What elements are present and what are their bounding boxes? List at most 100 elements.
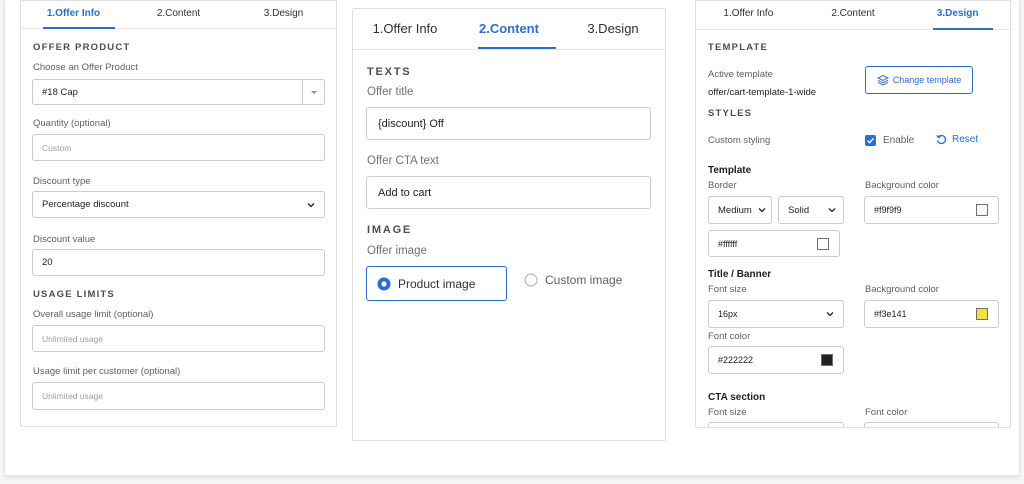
border-width-value: Medium: [718, 204, 752, 216]
tab-offer-info[interactable]: 1.Offer Info: [353, 9, 457, 49]
enable-checkbox[interactable]: Enable: [865, 135, 914, 146]
right-tabs: 1.Offer Info 2.Content 3.Design: [696, 1, 1010, 30]
texts-heading: TEXTS: [367, 66, 412, 78]
title-banner-group-title: Title / Banner: [708, 269, 772, 280]
offer-cta-value: Add to cart: [378, 186, 432, 199]
chevron-down-icon: [758, 208, 766, 213]
product-image-option[interactable]: Product image: [366, 266, 507, 301]
left-tab-underline: [43, 27, 115, 29]
discount-type-label: Discount type: [33, 176, 91, 187]
per-customer-input[interactable]: Unlimited usage: [32, 382, 325, 410]
title-font-size-value: 16px: [718, 309, 738, 319]
layers-icon: [876, 74, 889, 86]
tab-design[interactable]: 3.Design: [231, 1, 336, 28]
cta-font-size-label: Font size: [708, 407, 747, 418]
radio-unchecked-icon: [524, 273, 538, 287]
template-heading: TEMPLATE: [708, 42, 769, 53]
cta-font-color-label: Font color: [865, 407, 908, 418]
tab-design[interactable]: 3.Design: [561, 9, 665, 49]
border-width-select[interactable]: Medium: [708, 196, 772, 224]
offer-cta-input[interactable]: Add to cart: [366, 176, 651, 209]
offer-title-label: Offer title: [367, 86, 414, 98]
quantity-label: Quantity (optional): [33, 118, 111, 129]
title-font-color-label: Font color: [708, 331, 751, 342]
change-template-button[interactable]: Change template: [865, 66, 973, 94]
product-image-label: Product image: [398, 276, 476, 291]
change-template-label: Change template: [892, 75, 962, 85]
border-style-select[interactable]: Solid: [778, 196, 844, 224]
color-swatch[interactable]: [817, 237, 829, 250]
select-arrow-icon: [302, 80, 324, 104]
template-group-title: Template: [708, 165, 752, 176]
title-font-color-value: #222222: [718, 355, 754, 365]
image-heading: IMAGE: [367, 224, 413, 236]
title-font-size-label: Font size: [708, 284, 747, 295]
border-color-input[interactable]: #ffffff: [708, 230, 840, 257]
overall-usage-input[interactable]: Unlimited usage: [32, 325, 325, 352]
color-swatch[interactable]: [976, 308, 988, 320]
offer-image-label: Offer image: [367, 245, 427, 257]
custom-styling-label: Custom styling: [708, 135, 771, 146]
radio-checked-icon: [377, 277, 391, 290]
quantity-input[interactable]: Custom: [32, 134, 325, 161]
design-panel: 1.Offer Info 2.Content 3.Design TEMPLATE…: [695, 0, 1011, 428]
tab-design[interactable]: 3.Design: [905, 1, 1010, 29]
product-select-value: #18 Cap: [42, 86, 78, 98]
offer-cta-label: Offer CTA text: [367, 155, 439, 167]
tab-offer-info[interactable]: 1.Offer Info: [21, 1, 126, 28]
title-font-size-select[interactable]: 16px: [708, 300, 844, 328]
usage-limits-heading: USAGE LIMITS: [33, 289, 115, 300]
title-bg-label: Background color: [865, 284, 939, 295]
discount-value-label: Discount value: [33, 234, 96, 245]
checkbox-checked-icon: [865, 135, 876, 146]
right-tab-underline: [933, 28, 993, 30]
title-bg-value: #f3e141: [874, 309, 907, 319]
chevron-down-icon: [828, 208, 836, 213]
content-panel: 1.Offer Info 2.Content 3.Design TEXTS Of…: [352, 8, 666, 441]
title-font-color-input[interactable]: #222222: [708, 346, 844, 374]
cta-font-size-select[interactable]: [708, 422, 844, 427]
reset-icon: [936, 134, 947, 145]
discount-type-select[interactable]: Percentage discount: [32, 191, 325, 218]
chevron-down-icon: [307, 202, 315, 207]
border-label: Border: [708, 180, 737, 191]
offer-title-input[interactable]: {discount} Off: [366, 107, 651, 140]
tab-content[interactable]: 2.Content: [126, 1, 231, 28]
offer-info-panel: 1.Offer Info 2.Content 3.Design OFFER PR…: [20, 0, 337, 427]
quantity-placeholder: Custom: [42, 142, 72, 153]
choose-product-label: Choose an Offer Product: [33, 62, 138, 73]
per-customer-label: Usage limit per customer (optional): [33, 366, 181, 377]
middle-tabs: 1.Offer Info 2.Content 3.Design: [353, 9, 665, 50]
background-color-value: #f9f9f9: [874, 205, 902, 215]
active-template-value: offer/cart-template-1-wide: [708, 87, 817, 98]
overall-usage-label: Overall usage limit (optional): [33, 309, 154, 320]
offer-product-heading: OFFER PRODUCT: [33, 42, 131, 53]
background-color-input[interactable]: #f9f9f9: [864, 196, 999, 224]
cta-section-group-title: CTA section: [708, 392, 766, 403]
discount-value-text: 20: [42, 257, 53, 268]
enable-label: Enable: [883, 135, 915, 146]
cta-font-color-input[interactable]: [864, 422, 999, 427]
border-color-value: #ffffff: [718, 238, 738, 249]
custom-image-option[interactable]: Custom image: [524, 273, 622, 287]
reset-button[interactable]: Reset: [936, 134, 978, 145]
custom-image-label: Custom image: [545, 273, 623, 287]
title-bg-input[interactable]: #f3e141: [864, 300, 999, 328]
tab-content[interactable]: 2.Content: [457, 9, 561, 49]
product-select[interactable]: #18 Cap: [32, 79, 325, 105]
active-template-label: Active template: [708, 69, 773, 80]
tab-offer-info[interactable]: 1.Offer Info: [696, 1, 801, 29]
background-color-label: Background color: [865, 180, 939, 191]
tab-content[interactable]: 2.Content: [801, 1, 906, 29]
color-swatch[interactable]: [976, 204, 988, 216]
discount-type-value: Percentage discount: [42, 199, 129, 210]
color-swatch[interactable]: [821, 354, 833, 366]
per-customer-placeholder: Unlimited usage: [42, 391, 103, 401]
offer-title-value: {discount} Off: [378, 117, 444, 130]
discount-value-input[interactable]: 20: [32, 249, 325, 276]
left-tabs: 1.Offer Info 2.Content 3.Design: [21, 1, 336, 29]
overall-usage-placeholder: Unlimited usage: [42, 333, 103, 344]
chevron-down-icon: [826, 312, 834, 317]
border-style-value: Solid: [788, 204, 810, 216]
reset-label: Reset: [952, 134, 979, 145]
